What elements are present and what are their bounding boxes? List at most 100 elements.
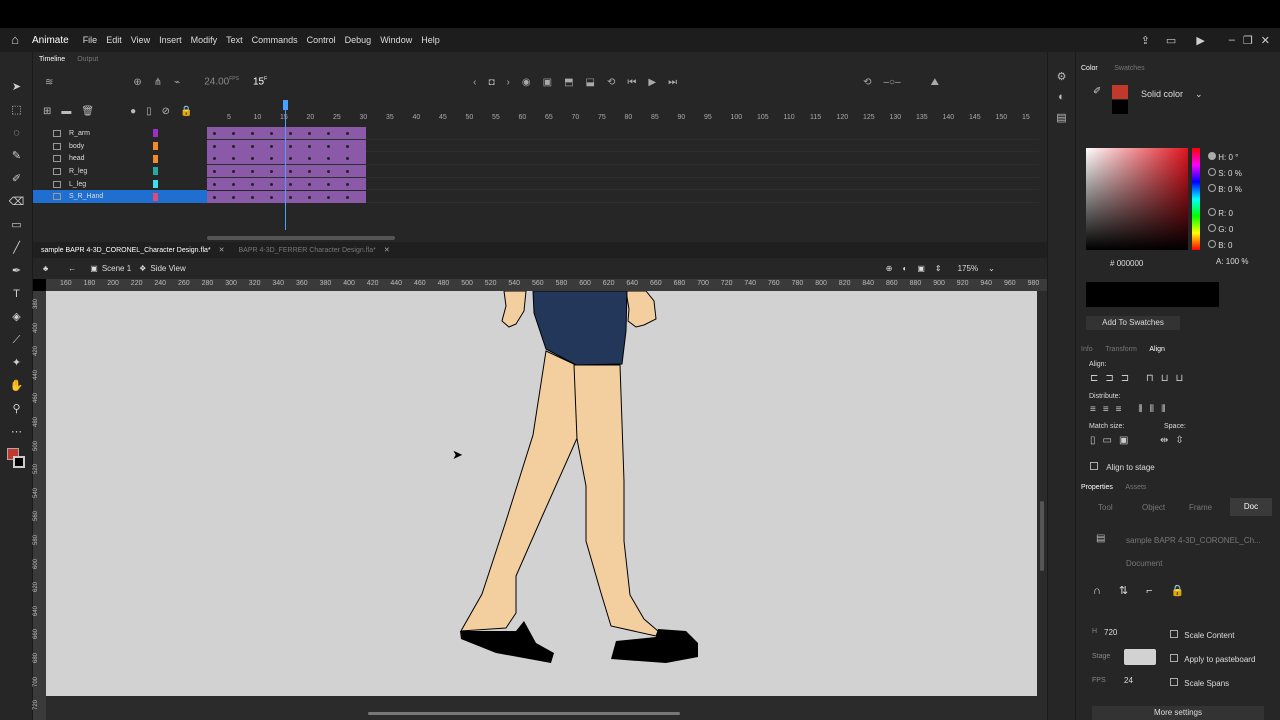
keyframe-dot[interactable]: [308, 144, 311, 148]
layer-color[interactable]: [153, 154, 158, 163]
layer-name[interactable]: L_leg: [69, 181, 86, 188]
snap-icon[interactable]: ⊕: [886, 264, 893, 273]
checkbox[interactable]: [1170, 678, 1178, 686]
radio-g[interactable]: [1208, 224, 1216, 232]
pen-tool-icon[interactable]: ✒: [0, 260, 33, 283]
menu-window[interactable]: Window: [380, 35, 412, 45]
chevron-down-icon[interactable]: ⌄: [1195, 89, 1203, 99]
color-mode-value[interactable]: Solid color: [1141, 89, 1183, 99]
tab-transform[interactable]: Transform: [1105, 346, 1137, 353]
tab-swatches[interactable]: Swatches: [1114, 65, 1144, 72]
keyframe-dot[interactable]: [270, 132, 273, 135]
radio-r[interactable]: [1208, 208, 1216, 216]
timeline-scrollbar[interactable]: [207, 236, 395, 240]
publish-icon[interactable]: ▶: [1196, 34, 1204, 47]
brush-tool-icon[interactable]: ✐: [0, 168, 33, 191]
collapse-icon[interactable]: ⛰: [931, 77, 939, 88]
next-keyframe-icon[interactable]: ›: [507, 77, 510, 88]
g-value[interactable]: G: 0: [1218, 225, 1233, 234]
layer-color[interactable]: [153, 167, 158, 176]
radio-h[interactable]: [1208, 152, 1216, 160]
loop-icon[interactable]: ⟲: [607, 77, 615, 88]
menu-commands[interactable]: Commands: [252, 35, 298, 45]
add-to-swatches-button[interactable]: Add To Swatches: [1086, 316, 1180, 330]
color-picker-field[interactable]: [1086, 148, 1188, 250]
keyframe-dot[interactable]: [270, 182, 273, 186]
subtab-frame[interactable]: Frame: [1189, 503, 1212, 512]
lock-icon[interactable]: 🔒: [180, 106, 192, 117]
radio-b[interactable]: [1208, 184, 1216, 192]
tab-properties[interactable]: Properties: [1081, 484, 1113, 491]
properties-icon[interactable]: ⚙: [1048, 70, 1075, 83]
keyframe-dot[interactable]: [346, 132, 349, 135]
highlight-icon[interactable]: ●: [130, 106, 136, 117]
tab-align[interactable]: Align: [1149, 346, 1165, 353]
more-tools-icon[interactable]: ⋯: [0, 421, 33, 444]
paint-brush-tool-icon[interactable]: ✎: [0, 145, 33, 168]
share-icon[interactable]: ⇪: [1141, 34, 1150, 47]
tween-icon[interactable]: ⬒: [564, 77, 573, 88]
menu-file[interactable]: File: [83, 35, 98, 45]
hex-field[interactable]: # 000000: [1110, 259, 1143, 268]
s-value[interactable]: S: 0 %: [1218, 169, 1242, 178]
fps-value[interactable]: 24: [1124, 676, 1133, 685]
color-mode-select[interactable]: Solid color ⌄: [1141, 89, 1203, 100]
stroke-color-swatch[interactable]: [1112, 85, 1128, 99]
more-settings-button[interactable]: More settings: [1092, 706, 1264, 720]
last-frame-icon[interactable]: ⏭: [668, 77, 677, 88]
playhead[interactable]: [283, 100, 288, 230]
r-value[interactable]: R: 0: [1218, 209, 1233, 218]
scroll-thumb[interactable]: [368, 712, 680, 715]
zoom-tool-icon[interactable]: ⚲: [0, 398, 33, 421]
layer-name[interactable]: R_arm: [69, 130, 90, 137]
fill-stroke-swatches[interactable]: [0, 444, 32, 474]
layer-row-selected[interactable]: S_R_Hand: [33, 190, 207, 204]
chevron-down-icon[interactable]: ⌄: [988, 264, 995, 273]
reset-icon[interactable]: ⟲: [863, 77, 871, 88]
stroke-icon[interactable]: ✐: [1093, 86, 1103, 97]
menu-view[interactable]: View: [131, 35, 150, 45]
subtab-doc[interactable]: Doc: [1230, 498, 1272, 516]
b-value[interactable]: B: 0 %: [1218, 185, 1242, 194]
menu-text[interactable]: Text: [226, 35, 243, 45]
character-artwork[interactable]: [46, 291, 1037, 696]
menu-edit[interactable]: Edit: [106, 35, 122, 45]
frame-icon[interactable]: ⬓: [586, 77, 595, 88]
layer-row[interactable]: body: [33, 140, 207, 153]
frame-number[interactable]: 15: [253, 77, 264, 88]
layer-color[interactable]: [153, 142, 158, 151]
keyframe-dot[interactable]: [232, 195, 235, 199]
menu-control[interactable]: Control: [307, 35, 336, 45]
frame-row[interactable]: [207, 165, 1039, 178]
frame-grid[interactable]: 5 10 15 20 25 30 35 40 45 50 55 60 65 70 75 80 85 90 95 100…: [207, 114, 1039, 246]
layer-row[interactable]: R_arm: [33, 127, 207, 140]
hex-value[interactable]: 000000: [1117, 259, 1144, 268]
menu-insert[interactable]: Insert: [159, 35, 182, 45]
layer-row[interactable]: L_leg: [33, 178, 207, 191]
keyframe-dot[interactable]: [232, 132, 235, 135]
scene-label[interactable]: Scene 1: [102, 264, 131, 273]
keyframe-dot[interactable]: [270, 144, 273, 148]
keyframe-dot[interactable]: [327, 195, 330, 199]
fill-color-swatch[interactable]: [13, 456, 25, 468]
b2-value[interactable]: B: 0: [1218, 241, 1232, 250]
layer-row[interactable]: R_leg: [33, 165, 207, 178]
layer-color[interactable]: [153, 129, 158, 138]
play-icon[interactable]: ▶: [648, 77, 656, 88]
keyframe-dot[interactable]: [213, 132, 216, 135]
menu-help[interactable]: Help: [421, 35, 440, 45]
match-size-buttons[interactable]: ▯▭▣: [1090, 435, 1135, 446]
paint-bucket-tool-icon[interactable]: ◈: [0, 306, 33, 329]
tab-info[interactable]: Info: [1081, 346, 1093, 353]
height-value[interactable]: 720: [1104, 628, 1117, 637]
pin-tool-icon[interactable]: ✦: [0, 352, 33, 375]
frame-ruler[interactable]: 5 10 15 20 25 30 35 40 45 50 55 60 65 70 75 80 85 90 95 100…: [207, 114, 1039, 126]
new-layer-icon[interactable]: ⊞: [43, 106, 51, 117]
keyframe-dot[interactable]: [251, 144, 254, 148]
alpha-value[interactable]: A: 100 %: [1216, 257, 1248, 266]
scale-spans-checkbox[interactable]: Scale Spans: [1170, 678, 1229, 688]
stage-horizontal-scrollbar[interactable]: [46, 696, 1047, 720]
edit-symbols-icon[interactable]: ♣: [43, 264, 48, 273]
layer-name[interactable]: body: [69, 143, 84, 150]
tab-timeline[interactable]: Timeline: [39, 56, 65, 63]
